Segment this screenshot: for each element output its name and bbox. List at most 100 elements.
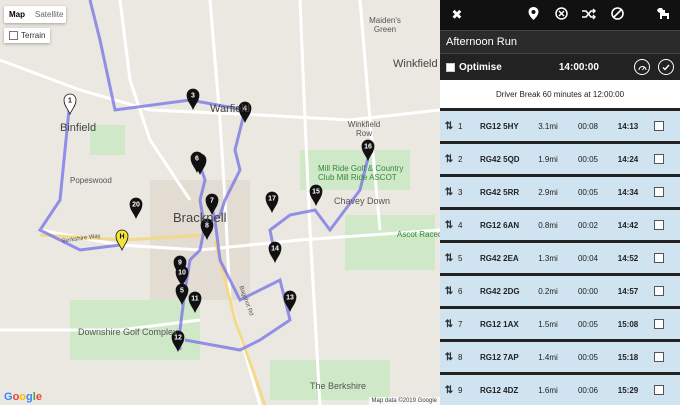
stop-distance: 0.8mi (538, 220, 558, 230)
berkshire-golf-area (270, 360, 390, 400)
driver-break-row[interactable]: Driver Break 60 minutes at 12:00:00 (440, 80, 680, 111)
map-marker-label: 16 (364, 144, 372, 151)
stop-row[interactable]: ⇅ 7 RG12 1AX 1.5mi 00:05 15:08 (440, 309, 680, 342)
map-marker-14[interactable]: 14 (268, 241, 282, 264)
reorder-arrows-icon[interactable]: ⇅ (440, 319, 458, 330)
stop-row[interactable]: ⇅ 3 RG42 5RR 2.9mi 00:05 14:34 (440, 177, 680, 210)
stop-eta: 14:34 (617, 187, 639, 197)
stop-duration: 00:05 (577, 154, 599, 164)
map-attribution: Map data ©2019 Google (368, 397, 440, 405)
stop-checkbox[interactable] (654, 319, 664, 329)
google-logo: Google (4, 391, 42, 403)
stop-number: 4 (458, 220, 463, 230)
reorder-arrows-icon[interactable]: ⇅ (440, 187, 458, 198)
block-icon[interactable] (608, 7, 626, 23)
stop-checkbox[interactable] (654, 385, 664, 395)
stop-checkbox[interactable] (654, 253, 664, 263)
driver-break-text: Driver Break 60 minutes at 12:00:00 (495, 89, 625, 99)
map-marker-1[interactable]: 1 (63, 93, 77, 116)
stop-distance: 1.9mi (538, 154, 558, 164)
confirm-check-icon[interactable] (658, 59, 674, 75)
map-marker-label: 11 (191, 296, 199, 303)
map-marker-15[interactable]: 15 (309, 184, 323, 207)
map-label: Ascot Racec (397, 230, 440, 239)
route-title: Afternoon Run (440, 30, 680, 53)
optimise-label: Optimise (459, 61, 502, 73)
map-label: Winkfield (393, 58, 438, 70)
close-icon[interactable]: ✖ (448, 7, 466, 23)
shuffle-icon[interactable] (580, 8, 598, 23)
map-marker-20[interactable]: 20 (129, 197, 143, 220)
reorder-arrows-icon[interactable]: ⇅ (440, 352, 458, 363)
stop-eta: 14:42 (617, 220, 639, 230)
map-marker-label: 3 (191, 93, 195, 100)
stop-row[interactable]: ⇅ 6 RG42 2DG 0.2mi 00:00 14:57 (440, 276, 680, 309)
map-marker-label: 17 (268, 196, 276, 203)
stop-eta: 14:52 (617, 253, 639, 263)
map-type-control: Map Satellite (4, 6, 66, 23)
tab-satellite[interactable]: Satellite (30, 6, 68, 23)
tab-map[interactable]: Map (4, 6, 30, 23)
reorder-arrows-icon[interactable]: ⇅ (440, 286, 458, 297)
terrain-checkbox[interactable] (9, 31, 18, 40)
optimise-checkbox[interactable] (446, 62, 455, 72)
stop-checkbox[interactable] (654, 220, 664, 230)
reorder-arrows-icon[interactable]: ⇅ (440, 154, 458, 165)
cancel-circle-icon[interactable] (552, 7, 570, 23)
stop-duration: 00:05 (577, 352, 599, 362)
stop-eta: 15:08 (617, 319, 639, 329)
terrain-toggle[interactable]: Terrain (4, 28, 51, 43)
reorder-arrows-icon[interactable]: ⇅ (440, 220, 458, 231)
stop-distance: 1.6mi (538, 385, 558, 395)
stop-distance: 1.5mi (538, 319, 558, 329)
stop-postcode: RG42 2DG (480, 286, 520, 296)
stop-postcode: RG12 1AX (480, 319, 519, 329)
stop-row[interactable]: ⇅ 2 RG42 5QD 1.9mi 00:05 14:24 (440, 144, 680, 177)
stop-number: 8 (458, 352, 463, 362)
stop-distance: 1.4mi (538, 352, 558, 362)
stop-row[interactable]: ⇅ 9 RG12 4DZ 1.6mi 00:06 15:29 (440, 375, 680, 405)
start-time[interactable]: 14:00:00 (532, 62, 626, 73)
map-label: Downshire Golf Complex (78, 327, 178, 337)
reorder-arrows-icon[interactable]: ⇅ (440, 385, 458, 396)
reorder-arrows-icon[interactable]: ⇅ (440, 121, 458, 132)
stop-row[interactable]: ⇅ 5 RG42 2EA 1.3mi 00:04 14:52 (440, 243, 680, 276)
stop-row[interactable]: ⇅ 4 RG12 6AN 0.8mi 00:02 14:42 (440, 210, 680, 243)
stop-postcode: RG42 2EA (480, 253, 519, 263)
stop-checkbox[interactable] (654, 286, 664, 296)
map-marker-label: 5 (180, 288, 184, 295)
stop-postcode: RG12 4DZ (480, 385, 519, 395)
location-pin-icon[interactable] (524, 7, 542, 23)
map-marker-label: 9 (178, 260, 182, 267)
stop-checkbox[interactable] (654, 154, 664, 164)
stop-checkbox[interactable] (654, 352, 664, 362)
stop-row[interactable]: ⇅ 1 RG12 5HY 3.1mi 00:08 14:13 (440, 111, 680, 144)
map-marker-3[interactable]: 3 (186, 88, 200, 111)
map-marker-label: 6 (195, 156, 199, 163)
stop-number: 7 (458, 319, 463, 329)
stop-duration: 00:08 (577, 121, 599, 131)
dog-icon[interactable] (654, 7, 672, 23)
map-label: Popeswood (70, 176, 112, 185)
map-marker-label: 20 (132, 202, 140, 209)
optimise-bar: Optimise 14:00:00 (440, 53, 680, 80)
stop-duration: 00:05 (577, 187, 599, 197)
stop-checkbox[interactable] (654, 121, 664, 131)
stops-list: ⇅ 1 RG12 5HY 3.1mi 00:08 14:13 ⇅ 2 RG42 5QD 1.9mi… (440, 111, 680, 405)
route-panel: ✖ Afternoon Run Optimise 14:00:00 Driver… (440, 0, 680, 405)
stop-postcode: RG12 7AP (480, 352, 519, 362)
toolbar: ✖ (440, 0, 680, 30)
stop-row[interactable]: ⇅ 8 RG12 7AP 1.4mi 00:05 15:18 (440, 342, 680, 375)
stop-distance: 1.3mi (538, 253, 558, 263)
speedometer-icon[interactable] (634, 59, 650, 75)
stop-postcode: RG12 5HY (480, 121, 519, 131)
stop-checkbox[interactable] (654, 187, 664, 197)
stop-number: 1 (458, 121, 463, 131)
stop-distance: 3.1mi (538, 121, 558, 131)
map-marker-17[interactable]: 17 (265, 191, 279, 214)
stop-postcode: RG42 5RR (480, 187, 520, 197)
stop-duration: 00:06 (577, 385, 599, 395)
map-marker-H[interactable]: H (115, 229, 129, 252)
route-map[interactable]: 123456789101112131415161720H Map Satelli… (0, 0, 440, 405)
reorder-arrows-icon[interactable]: ⇅ (440, 253, 458, 264)
